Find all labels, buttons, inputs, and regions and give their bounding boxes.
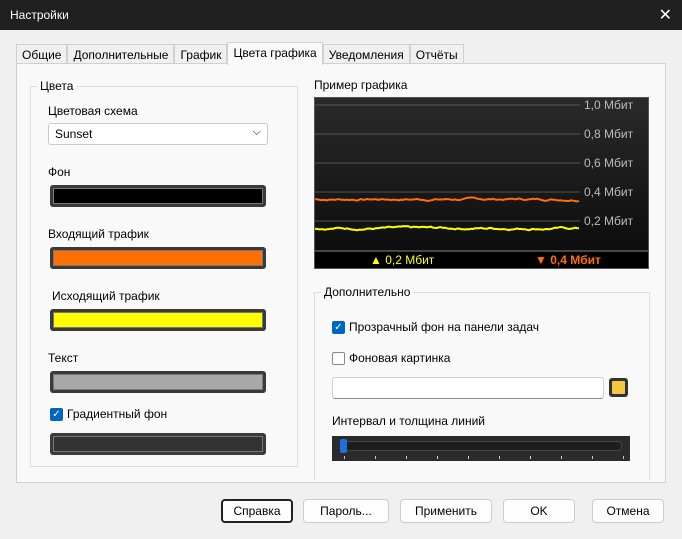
preview-chart: 1,0 Мбит 0,8 Мбит 0,6 Мбит 0,4 Мбит 0,2 Мбит… [314,97,649,269]
interval-slider[interactable] [332,436,630,461]
checkbox-checked-icon: ✓ [332,320,345,334]
interval-label: Интервал и толщина линий [332,414,485,428]
slider-track [342,441,622,451]
checkbox-checked-icon: ✓ [50,407,63,421]
help-button[interactable]: Справка [221,499,293,523]
incoming-label: Входящий трафик [48,227,149,241]
chart-svg: 1,0 Мбит 0,8 Мбит 0,6 Мбит 0,4 Мбит 0,2 Мбит… [314,98,648,268]
text-label: Текст [48,351,79,365]
incoming-color-swatch[interactable] [50,247,266,269]
swatch-fill [53,250,263,266]
colors-group-title: Цвета [40,79,74,93]
legend-upload: ▲ 0,2 Мбит [370,253,435,267]
y-tick-label: 0,4 Мбит [584,185,634,199]
tab-bar: Общие Дополнительные График Цвета график… [16,42,464,65]
slider-tick [344,456,345,459]
swatch-fill [53,188,263,204]
background-label: Фон [48,165,71,179]
scheme-value: Sunset [55,127,93,141]
slider-tick [468,456,469,459]
bgimage-label: Фоновая картинка [349,351,451,365]
slider-thumb[interactable] [340,439,347,453]
y-tick-label: 0,2 Мбит [584,214,634,228]
folder-icon[interactable] [609,378,628,397]
extra-group-title: Дополнительно [324,285,411,299]
series-line-outgoing [315,225,580,232]
swatch-fill [53,374,263,390]
transparent-bg-checkbox[interactable]: ✓ Прозрачный фон на панели задач [332,320,539,334]
ok-button[interactable]: OK [503,499,575,523]
outgoing-label: Исходящий трафик [52,289,160,303]
tab-reports[interactable]: Отчёты [409,44,464,65]
y-tick-label: 0,6 Мбит [584,156,634,170]
slider-tick [499,456,500,459]
window-title: Настройки [10,8,69,22]
background-color-swatch[interactable] [50,185,266,207]
cancel-button[interactable]: Отмена [592,499,664,523]
transparent-label: Прозрачный фон на панели задач [349,320,540,334]
bg-image-path-input[interactable] [332,377,604,399]
scheme-label: Цветовая схема [48,104,138,118]
slider-tick [406,456,407,459]
series-line-incoming [314,196,580,203]
password-button[interactable]: Пароль... [303,499,389,523]
title-bar: Настройки ✕ [0,0,682,30]
swatch-fill [53,312,263,328]
chevron-down-icon: ⌵ [252,126,261,138]
apply-button[interactable]: Применить [400,499,492,523]
slider-tick [592,456,593,459]
preview-title: Пример графика [314,78,408,92]
slider-tick [561,456,562,459]
text-color-swatch[interactable] [50,371,266,393]
close-icon[interactable]: ✕ [659,5,672,25]
swatch-fill [53,436,263,452]
color-scheme-select[interactable]: Sunset ⌵ [48,123,268,145]
gradient-checkbox[interactable]: ✓ Градиентный фон [50,407,167,421]
gradient-color-swatch[interactable] [50,433,266,455]
checkbox-unchecked-icon [332,351,345,365]
y-tick-label: 1,0 Мбит [584,98,634,112]
bg-image-checkbox[interactable]: Фоновая картинка [332,351,450,365]
slider-tick [623,456,624,459]
tab-graph-colors[interactable]: Цвета графика [227,42,323,65]
tab-notifications[interactable]: Уведомления [322,44,410,65]
legend-download: ▼ 0,4 Мбит [535,253,601,267]
tab-general[interactable]: Общие [16,44,68,65]
y-tick-label: 0,8 Мбит [584,127,634,141]
slider-tick [530,456,531,459]
outgoing-color-swatch[interactable] [50,309,266,331]
tab-advanced[interactable]: Дополнительные [67,44,175,65]
gradient-label: Градиентный фон [67,407,168,421]
tab-graph[interactable]: График [174,44,228,65]
slider-tick [375,456,376,459]
slider-tick [437,456,438,459]
